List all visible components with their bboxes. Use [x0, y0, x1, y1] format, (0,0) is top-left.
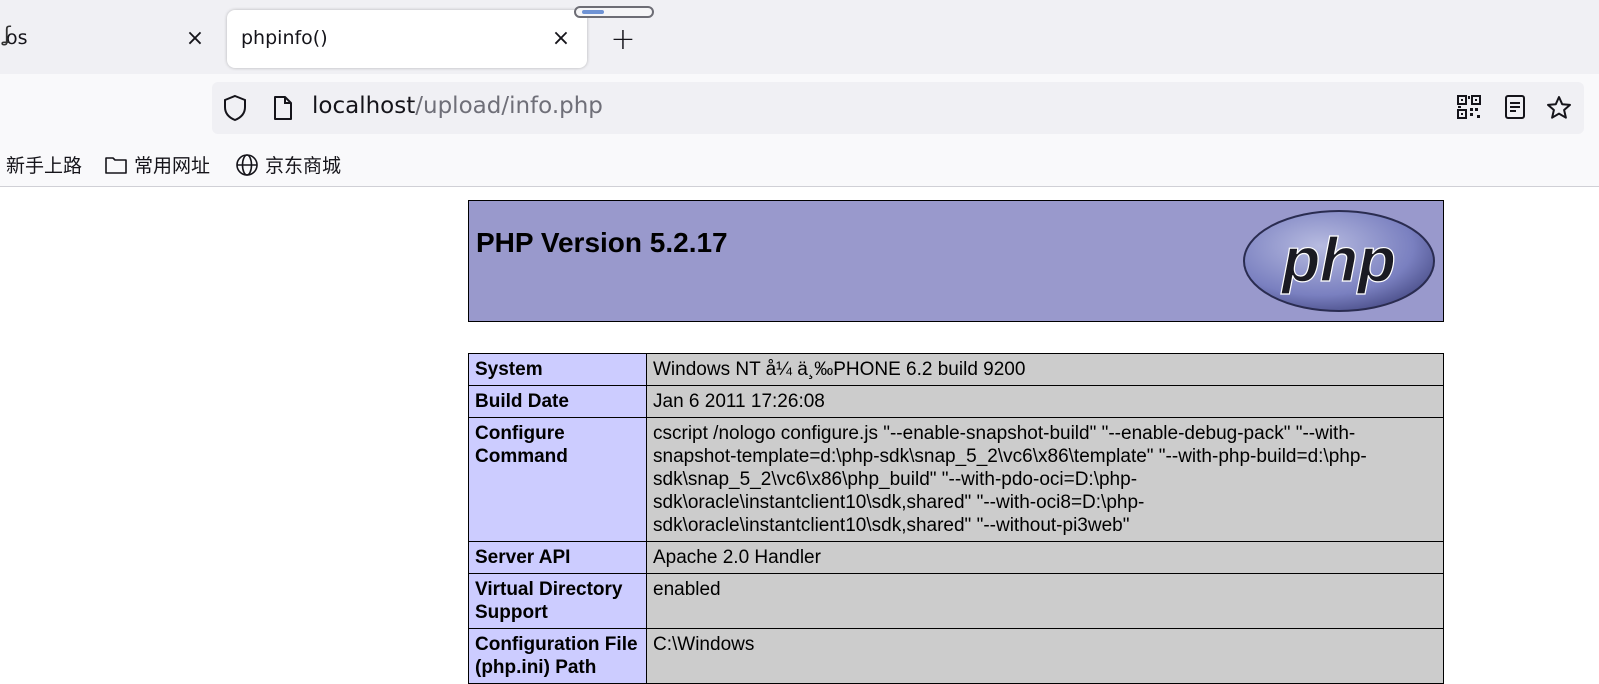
bookmark-folder-common-sites[interactable]: 常用网址 [104, 151, 210, 178]
info-key: System [468, 353, 647, 386]
info-row: Configuration File (php.ini) Path C:\Wind… [468, 628, 1444, 684]
php-version-header: PHP Version 5.2.17 php [468, 200, 1444, 322]
url-path: /upload/info.php [415, 93, 603, 119]
folder-icon [105, 156, 127, 174]
info-value: C:\Windows [646, 628, 1444, 684]
info-value: Apache 2.0 Handler [646, 541, 1444, 574]
info-row: Virtual Directory Support enabled [468, 573, 1444, 629]
tab-phpinfo[interactable]: phpinfo() × [227, 10, 587, 68]
info-key: Build Date [468, 385, 647, 418]
php-version-title: PHP Version 5.2.17 [476, 227, 728, 258]
close-tab-icon[interactable]: × [547, 24, 575, 52]
info-row: Configure Command cscript /nologo configu… [468, 417, 1444, 542]
bookmark-label: 京东商城 [265, 155, 342, 177]
reader-view-icon[interactable] [1503, 94, 1527, 120]
url-text[interactable]: localhost/upload/info.php [312, 93, 603, 119]
nav-partial-icon[interactable]: ʆ [4, 22, 11, 46]
php-logo-text: php [1280, 226, 1396, 295]
tab-previous[interactable]: os × [0, 10, 222, 68]
tab-drag-handle[interactable] [574, 6, 654, 18]
globe-icon [236, 153, 258, 176]
info-key: Configuration File (php.ini) Path [468, 628, 647, 684]
info-row: Server API Apache 2.0 Handler [468, 541, 1444, 574]
info-key: Server API [468, 541, 647, 574]
bookmark-star-icon[interactable] [1545, 94, 1573, 122]
info-row: System Windows NT å¼ ä¸‰PHONE 6.2 build 9… [468, 353, 1444, 386]
bookmark-getting-started[interactable]: 新手上路 [6, 151, 82, 178]
bookmark-label: 常用网址 [134, 155, 211, 177]
url-host: localhost [312, 93, 416, 119]
bookmark-label: 新手上路 [6, 155, 83, 177]
info-key: Virtual Directory Support [468, 573, 647, 629]
qr-code-icon[interactable] [1456, 94, 1482, 120]
info-key: Configure Command [468, 417, 647, 542]
bookmark-jd-mall[interactable]: 京东商城 [235, 151, 341, 178]
php-info-table: System Windows NT å¼ ä¸‰PHONE 6.2 build 9… [468, 353, 1444, 684]
new-tab-button[interactable]: + [608, 22, 638, 57]
info-row: Build Date Jan 6 2011 17:26:08 [468, 385, 1444, 418]
info-value: Jan 6 2011 17:26:08 [646, 385, 1444, 418]
close-tab-icon[interactable]: × [181, 24, 209, 52]
shield-icon[interactable] [222, 94, 248, 122]
info-value: Windows NT å¼ ä¸‰PHONE 6.2 build 9200 [646, 353, 1444, 386]
tab-phpinfo-label: phpinfo() [241, 27, 328, 49]
info-value: enabled [646, 573, 1444, 629]
php-logo[interactable]: php [1242, 209, 1436, 313]
page-icon[interactable] [272, 95, 294, 121]
info-value: cscript /nologo configure.js "--enable-s… [646, 417, 1444, 542]
